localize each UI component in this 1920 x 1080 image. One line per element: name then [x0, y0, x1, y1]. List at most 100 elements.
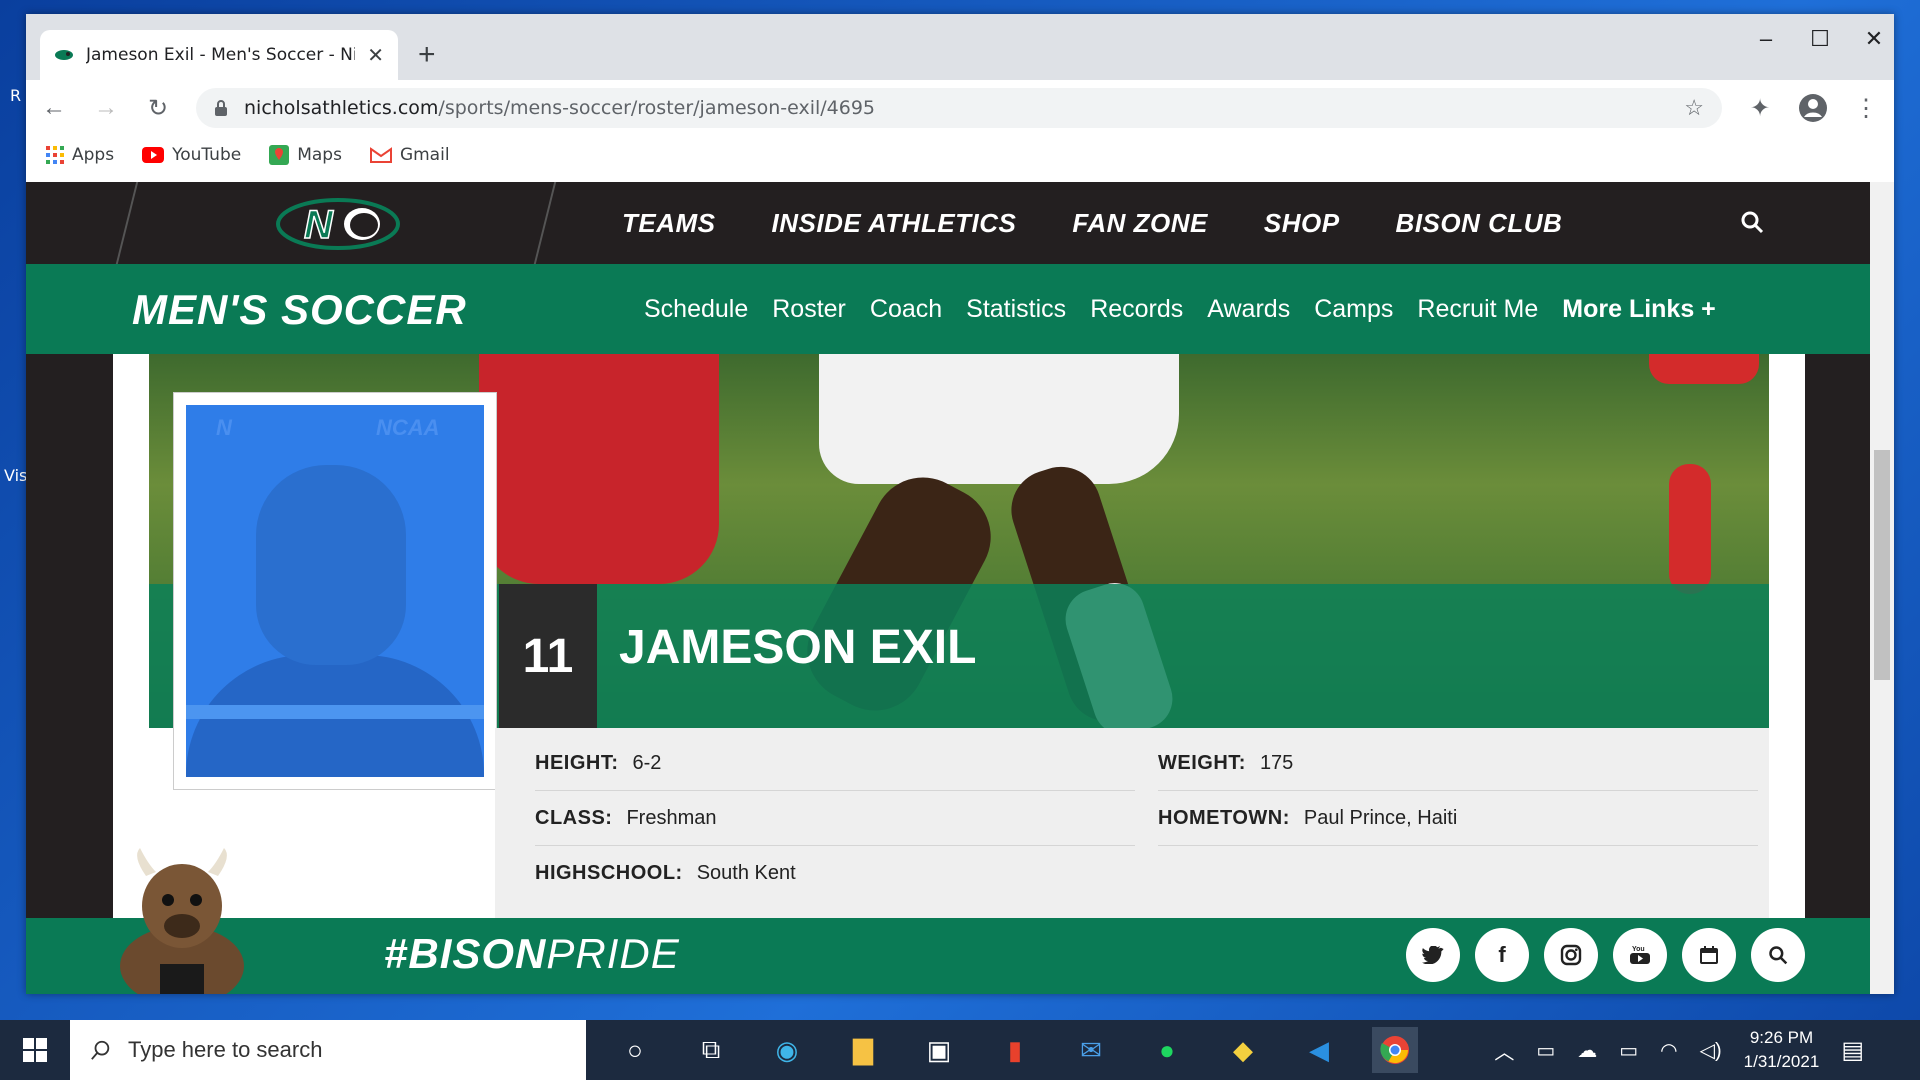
- scrollbar-thumb[interactable]: [1874, 450, 1890, 680]
- player-name: JAMESON EXIL: [619, 621, 977, 674]
- forward-button[interactable]: →: [92, 94, 120, 122]
- bio-value: Freshman: [626, 806, 717, 829]
- sport-links: Schedule Roster Coach Statistics Records…: [644, 264, 1716, 354]
- sport-title[interactable]: MEN'S SOCCER: [132, 286, 467, 334]
- twitter-icon[interactable]: [1406, 928, 1460, 982]
- cortana-icon[interactable]: ○: [612, 1027, 658, 1073]
- notifications-icon[interactable]: ▤: [1841, 1036, 1864, 1065]
- minimize-button[interactable]: –: [1746, 26, 1786, 52]
- gmail-icon: [369, 147, 392, 163]
- bookmarks-bar: Apps YouTube Maps Gmail: [26, 136, 1894, 174]
- bookmark-youtube[interactable]: YouTube: [142, 145, 241, 165]
- onedrive-icon[interactable]: ☁: [1577, 1038, 1597, 1063]
- bookmark-apps[interactable]: Apps: [46, 145, 114, 165]
- task-view-icon[interactable]: ⧉: [688, 1027, 734, 1073]
- bio-value: Paul Prince, Haiti: [1303, 806, 1458, 829]
- lock-icon: [215, 100, 227, 116]
- instagram-icon[interactable]: [1544, 928, 1598, 982]
- sport-subnav: MEN'S SOCCER Schedule Roster Coach Stati…: [26, 264, 1894, 354]
- battery-icon[interactable]: ▭: [1619, 1038, 1638, 1063]
- calendar-icon[interactable]: [1682, 928, 1736, 982]
- browser-tab-active[interactable]: Jameson Exil - Men's Soccer - Nic ✕: [40, 30, 398, 80]
- clock-time: 9:26 PM: [1749, 1028, 1814, 1047]
- file-explorer-icon[interactable]: ▇: [840, 1027, 886, 1073]
- bookmark-label: Apps: [72, 145, 115, 165]
- hero-photo-detail: [1649, 354, 1759, 384]
- bio-row-highschool: HIGHSCHOOL: South Kent: [535, 846, 1135, 901]
- wifi-icon[interactable]: ◠: [1660, 1038, 1677, 1063]
- bio-value: South Kent: [696, 862, 796, 884]
- facebook-icon[interactable]: f: [1475, 928, 1529, 982]
- page-scrollbar[interactable]: [1870, 182, 1894, 994]
- close-window-button[interactable]: ✕: [1854, 26, 1894, 52]
- hero-photo-detail: [819, 354, 1179, 484]
- system-tray: ︿ ▭ ☁ ▭ ◠ ◁) 9:26 PM 1/31/2021 ▤: [1494, 1020, 1864, 1080]
- bookmark-star-icon[interactable]: ☆: [1684, 95, 1704, 121]
- bio-row-height: HEIGHT: 6-2: [535, 736, 1135, 791]
- menu-kebab-icon[interactable]: ⋮: [1852, 94, 1880, 123]
- bio-label: CLASS:: [535, 806, 613, 829]
- subnav-schedule[interactable]: Schedule: [644, 295, 748, 324]
- nav-inside-athletics[interactable]: INSIDE ATHLETICS: [772, 208, 1017, 239]
- profile-avatar-icon[interactable]: [1798, 93, 1828, 123]
- vscode-icon[interactable]: ◀: [1296, 1027, 1342, 1073]
- subnav-statistics[interactable]: Statistics: [966, 295, 1066, 324]
- edge-icon[interactable]: ◉: [764, 1027, 810, 1073]
- headshot-watermark: NCAA: [376, 415, 440, 440]
- subnav-coach[interactable]: Coach: [870, 295, 942, 324]
- mail-icon[interactable]: ✉: [1068, 1027, 1114, 1073]
- subnav-records[interactable]: Records: [1090, 295, 1183, 324]
- nav-shop[interactable]: SHOP: [1264, 208, 1340, 239]
- subnav-awards[interactable]: Awards: [1207, 295, 1290, 324]
- address-bar[interactable]: nicholsathletics.com/sports/mens-soccer/…: [196, 88, 1722, 128]
- maximize-button[interactable]: ☐: [1800, 26, 1840, 52]
- close-tab-icon[interactable]: ✕: [367, 43, 384, 68]
- svg-text:N: N: [304, 203, 334, 247]
- site-search-icon[interactable]: [1740, 210, 1764, 234]
- nichols-bison-logo-icon[interactable]: N: [274, 194, 402, 252]
- subnav-roster[interactable]: Roster: [772, 295, 846, 324]
- url-text: nicholsathletics.com/sports/mens-soccer/…: [244, 97, 1668, 119]
- bio-row-hometown: HOMETOWN: Paul Prince, Haiti: [1158, 791, 1758, 846]
- nav-fan-zone[interactable]: FAN ZONE: [1072, 208, 1207, 239]
- chrome-icon[interactable]: [1372, 1027, 1418, 1073]
- hashtag-bold: #BISON: [384, 930, 547, 977]
- more-links-button[interactable]: More Links +: [1562, 295, 1716, 324]
- new-tab-button[interactable]: +: [418, 38, 436, 72]
- back-button[interactable]: ←: [40, 94, 68, 122]
- search-icon[interactable]: [1751, 928, 1805, 982]
- footer-bar: #BISONPRIDE f You: [26, 848, 1894, 994]
- subnav-camps[interactable]: Camps: [1314, 295, 1393, 324]
- desktop-icon-label[interactable]: Vis: [4, 466, 27, 485]
- browser-toolbar: ← → ↻ nicholsathletics.com/sports/mens-s…: [26, 80, 1894, 136]
- site-top-nav: N TEAMS INSIDE ATHLETICS FAN ZONE SHOP B…: [26, 182, 1894, 264]
- bookmark-gmail[interactable]: Gmail: [369, 145, 450, 165]
- taskbar-clock[interactable]: 9:26 PM 1/31/2021: [1744, 1026, 1820, 1074]
- youtube-icon[interactable]: You: [1613, 928, 1667, 982]
- meet-now-icon[interactable]: ▭: [1536, 1038, 1555, 1063]
- bison-mascot-icon: [120, 848, 244, 994]
- taskbar-search[interactable]: Type here to search: [70, 1020, 586, 1080]
- nav-teams[interactable]: TEAMS: [622, 208, 716, 239]
- browser-window: Jameson Exil - Men's Soccer - Nic ✕ + – …: [26, 14, 1894, 994]
- volume-icon[interactable]: ◁): [1700, 1038, 1722, 1063]
- bio-value: 6-2: [632, 751, 662, 774]
- sticky-notes-icon[interactable]: ◆: [1220, 1027, 1266, 1073]
- start-button[interactable]: [0, 1020, 70, 1080]
- hashtag-thin: PRIDE: [546, 930, 680, 977]
- desktop-icon-label[interactable]: R: [10, 86, 21, 105]
- bio-row-class: CLASS: Freshman: [535, 791, 1135, 846]
- url-host: nicholsathletics.com: [244, 97, 439, 119]
- office-icon[interactable]: ▮: [992, 1027, 1038, 1073]
- chevron-up-icon[interactable]: ︿: [1494, 1036, 1514, 1065]
- web-page: N TEAMS INSIDE ATHLETICS FAN ZONE SHOP B…: [26, 182, 1894, 994]
- nav-bison-club[interactable]: BISON CLUB: [1396, 208, 1563, 239]
- store-icon[interactable]: ▣: [916, 1027, 962, 1073]
- jersey-number: 11: [499, 584, 597, 728]
- bookmark-maps[interactable]: Maps: [269, 145, 342, 165]
- reload-button[interactable]: ↻: [144, 94, 172, 123]
- subnav-recruit-me[interactable]: Recruit Me: [1417, 295, 1538, 324]
- extensions-icon[interactable]: ✦: [1746, 94, 1774, 123]
- player-profile: 11 JAMESON EXIL N NCAA HEIGHT: 6-2 WEIGH…: [113, 354, 1805, 994]
- spotify-icon[interactable]: ●: [1144, 1027, 1190, 1073]
